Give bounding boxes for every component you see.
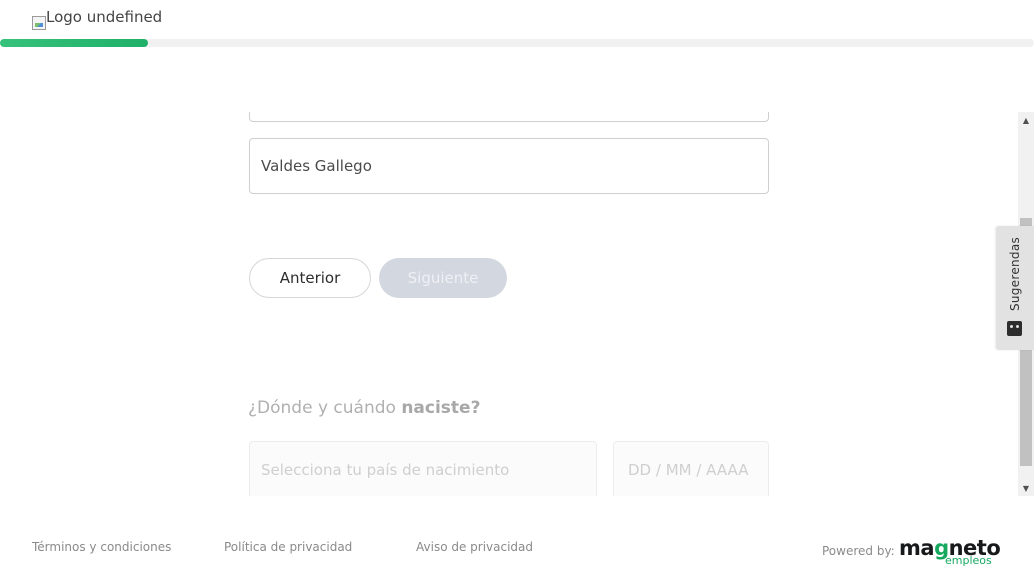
terms-link[interactable]: Términos y condiciones bbox=[32, 540, 171, 554]
chat-face-icon bbox=[1007, 321, 1022, 336]
powered-by-label: Powered by: bbox=[822, 544, 895, 558]
question-bold: naciste? bbox=[401, 398, 481, 418]
birth-country-select[interactable]: Selecciona tu país de nacimiento bbox=[249, 441, 597, 496]
broken-image-icon bbox=[32, 16, 46, 30]
suggestions-label: Sugerendas bbox=[1008, 236, 1022, 312]
logo[interactable]: Logo undefined bbox=[32, 9, 162, 30]
previous-button[interactable]: Anterior bbox=[249, 258, 371, 298]
privacy-policy-link[interactable]: Política de privacidad bbox=[224, 540, 352, 554]
next-button[interactable]: Siguiente bbox=[379, 258, 507, 298]
question-prefix: ¿Dónde y cuándo bbox=[248, 398, 402, 418]
date-placeholder: DD / MM / AAAA bbox=[628, 461, 749, 479]
footer: Términos y condiciones Política de priva… bbox=[0, 520, 1034, 576]
brand-subtitle: empleos bbox=[945, 554, 992, 567]
progress-bar bbox=[0, 39, 1034, 47]
form-scroll-area[interactable]: Valdes Gallego Anterior Siguiente ¿Dónde… bbox=[0, 112, 1034, 496]
progress-fill bbox=[0, 39, 148, 47]
birth-date-field[interactable]: DD / MM / AAAA bbox=[613, 441, 769, 496]
previous-input-field[interactable] bbox=[249, 112, 769, 122]
magneto-logo[interactable]: magneto empleos bbox=[899, 536, 1001, 568]
birth-question: ¿Dónde y cuándo naciste? bbox=[248, 398, 480, 418]
surname-field[interactable]: Valdes Gallego bbox=[249, 138, 769, 194]
privacy-notice-link[interactable]: Aviso de privacidad bbox=[416, 540, 533, 554]
country-placeholder: Selecciona tu país de nacimiento bbox=[261, 461, 510, 479]
surname-value: Valdes Gallego bbox=[261, 157, 372, 175]
logo-alt-text: Logo undefined bbox=[46, 8, 163, 26]
suggestions-tab[interactable]: Sugerendas bbox=[996, 226, 1034, 350]
scroll-down-arrow-icon[interactable]: ▼ bbox=[1018, 480, 1034, 496]
header: Logo undefined bbox=[0, 0, 1034, 48]
scroll-up-arrow-icon[interactable]: ▲ bbox=[1018, 112, 1034, 128]
